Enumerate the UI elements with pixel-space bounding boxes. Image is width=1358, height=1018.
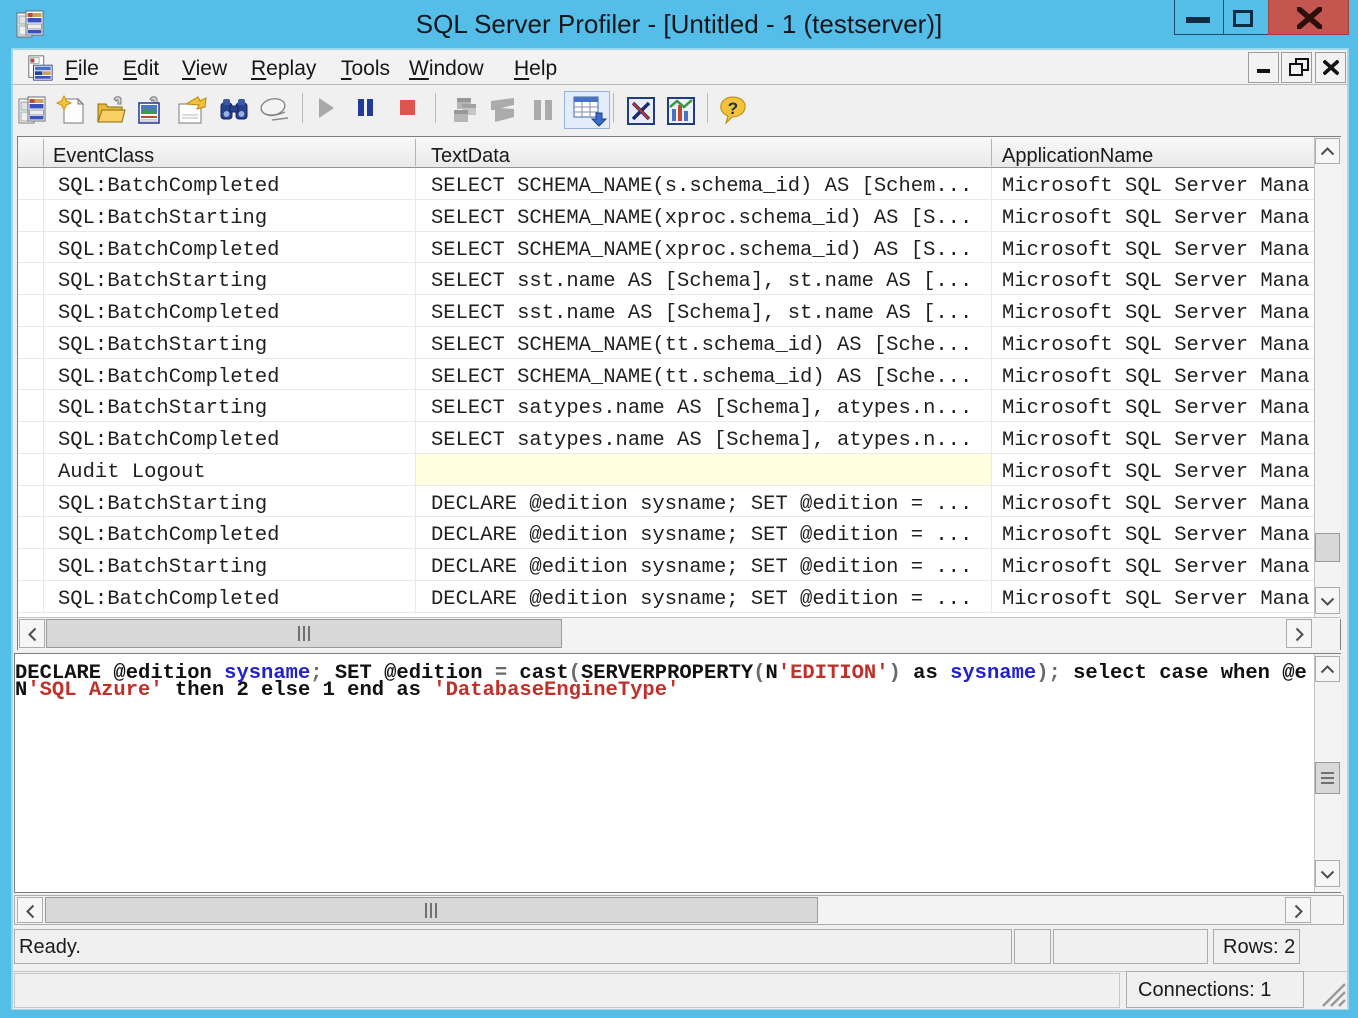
svg-text:?: ? bbox=[728, 99, 738, 118]
